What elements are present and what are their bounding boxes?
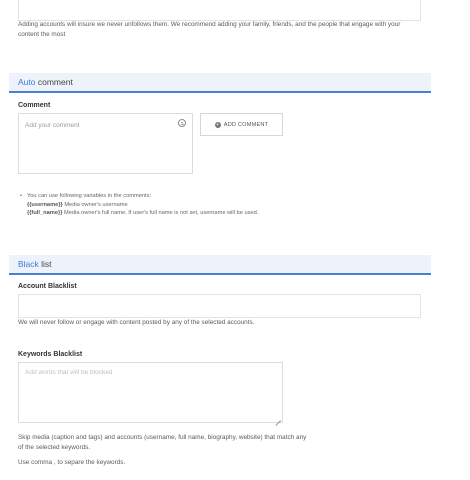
section-title: Auto comment [18,77,73,87]
account-blacklist-note: We will never follow or engage with cont… [18,319,255,326]
section-title-accent: Auto [18,77,36,87]
section-title-rest: comment [35,77,73,87]
section-title: Black list [18,259,52,269]
comment-input[interactable]: Add your comment [18,113,193,174]
bullet: • [20,193,22,199]
plus-icon: + [214,121,221,128]
variable-username-desc: Media owner's username [62,201,128,208]
whitelist-input[interactable] [18,0,421,21]
account-blacklist-input[interactable] [18,294,421,318]
comment-placeholder: Add your comment [25,122,80,129]
comment-label: Comment [18,102,51,109]
variables-help: • You can use following variables in the … [20,192,258,218]
section-title-rest: list [38,259,52,269]
keywords-placeholder: Add words that will be blocked [25,369,113,376]
whitelist-note: Adding accounts will insure we never unf… [18,21,401,38]
emoji-icon[interactable] [178,119,186,127]
variable-full-name: {{full_name}} [27,210,63,217]
auto-comment-section-header: Auto comment [9,73,431,93]
keywords-comma-note: Use comma , to separe the keywords. [18,459,126,466]
section-title-accent: Black [18,259,39,269]
variables-intro: You can use following variables in the c… [27,193,152,199]
resize-handle-icon[interactable] [276,416,281,421]
keywords-blacklist-label: Keywords Blacklist [18,351,83,358]
variable-username: {{username}} [27,201,63,208]
account-blacklist-label: Account Blacklist [18,283,77,290]
add-comment-label: ADD COMMENT [223,121,269,128]
add-comment-button[interactable]: + ADD COMMENT [200,113,283,136]
black-list-section-header: Black list [9,255,431,275]
keywords-blacklist-input[interactable]: Add words that will be blocked [18,362,283,423]
keywords-skip-note: Skip media (caption and tags) and accoun… [18,434,307,451]
variable-full-name-desc: Media owner's full name. If user's full … [62,210,259,217]
